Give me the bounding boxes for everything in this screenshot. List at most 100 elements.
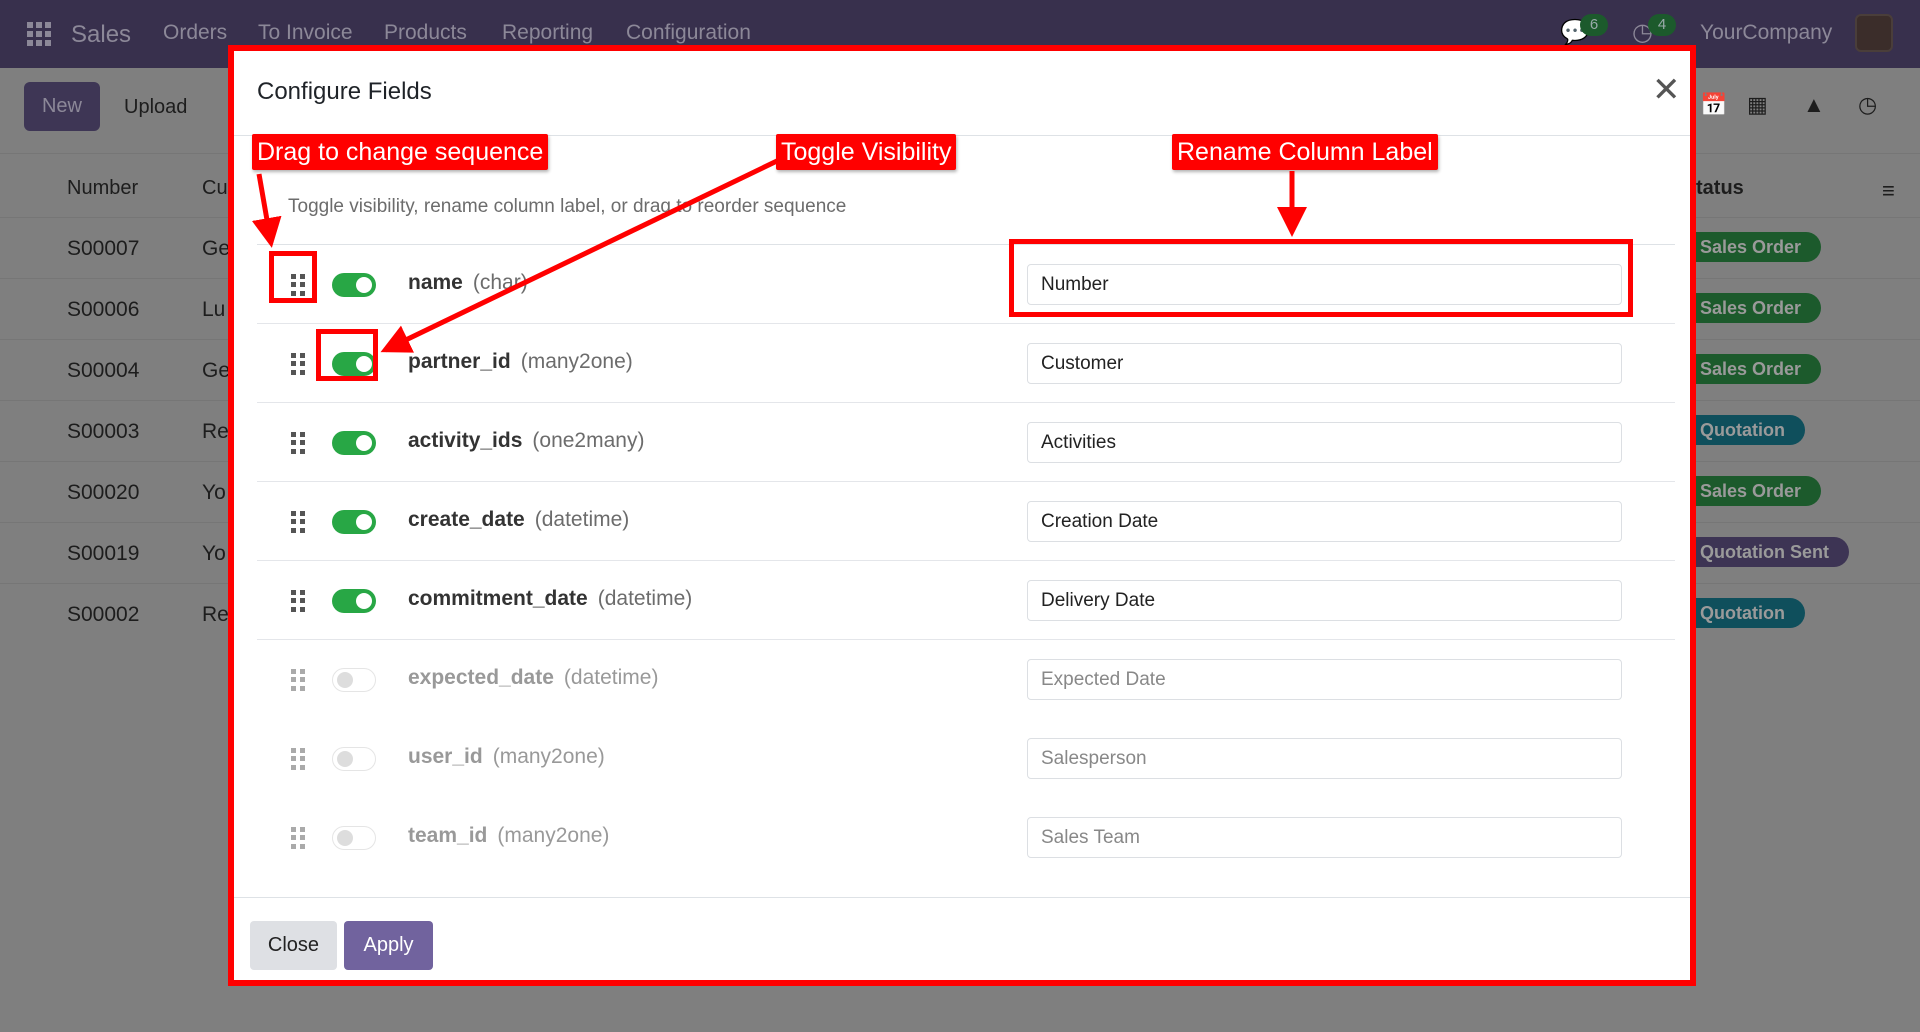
customer-name: Ge	[202, 237, 231, 260]
drag-handle-icon[interactable]	[291, 590, 305, 612]
visibility-toggle[interactable]	[332, 747, 376, 771]
status-badge: Sales Order	[1680, 354, 1822, 384]
field-name: create_date (datetime)	[408, 508, 629, 532]
customer-name: Ge	[202, 359, 231, 382]
drag-handle-icon[interactable]	[291, 511, 305, 533]
optional-columns-icon[interactable]: ≡	[1882, 178, 1895, 204]
visibility-toggle[interactable]	[332, 431, 376, 455]
field-technical-name: team_id	[408, 824, 488, 847]
menu-configuration[interactable]: Configuration	[626, 21, 751, 45]
status-badge: Quotation	[1680, 415, 1805, 445]
dialog-title: Configure Fields	[257, 78, 432, 105]
column-header-status[interactable]: tatus	[1696, 177, 1744, 200]
customer-name: Yo	[202, 542, 226, 565]
field-name: name (char)	[408, 271, 528, 295]
column-label-input[interactable]: Customer	[1027, 343, 1622, 384]
menu-to-invoice[interactable]: To Invoice	[258, 21, 353, 45]
column-header-number[interactable]: Number	[67, 177, 138, 200]
status-badge: Sales Order	[1680, 232, 1822, 262]
annotation-rename: Rename Column Label	[1172, 134, 1438, 170]
close-button[interactable]: Close	[250, 921, 337, 970]
drag-handle-icon[interactable]	[291, 827, 305, 849]
column-header-customer[interactable]: Cu	[202, 177, 228, 200]
toggle-highlight	[316, 329, 378, 381]
company-name[interactable]: YourCompany	[1700, 21, 1832, 45]
field-type: (one2many)	[532, 429, 645, 452]
column-label-input[interactable]: Salesperson	[1027, 738, 1622, 779]
field-type: (datetime)	[597, 587, 693, 610]
visibility-toggle[interactable]	[332, 510, 376, 534]
order-number: S00020	[67, 481, 140, 504]
field-technical-name: create_date	[408, 508, 525, 531]
app-name[interactable]: Sales	[71, 21, 131, 49]
column-label-input[interactable]: Sales Team	[1027, 817, 1622, 858]
drag-handle-highlight	[269, 251, 317, 303]
apps-menu-icon[interactable]	[27, 22, 51, 46]
menu-reporting[interactable]: Reporting	[502, 21, 593, 45]
field-name: commitment_date (datetime)	[408, 587, 692, 611]
calendar-view-icon[interactable]: 📅	[1700, 92, 1730, 118]
order-number: S00006	[67, 298, 140, 321]
field-technical-name: user_id	[408, 745, 483, 768]
field-type: (many2one)	[492, 745, 605, 768]
apply-button[interactable]: Apply	[344, 921, 433, 970]
field-type: (datetime)	[563, 666, 659, 689]
visibility-toggle[interactable]	[332, 668, 376, 692]
rename-input-highlight	[1009, 239, 1633, 317]
new-button[interactable]: New	[24, 82, 100, 131]
field-name: user_id (many2one)	[408, 745, 605, 769]
field-row: team_id (many2one) Sales Team	[257, 798, 1675, 877]
field-technical-name: name	[408, 271, 463, 294]
customer-name: Yo	[202, 481, 226, 504]
upload-button[interactable]: Upload	[124, 96, 187, 119]
order-number: S00019	[67, 542, 140, 565]
customer-name: Lu	[202, 298, 226, 321]
field-name: expected_date (datetime)	[408, 666, 658, 690]
visibility-toggle[interactable]	[332, 273, 376, 297]
column-label-input[interactable]: Creation Date	[1027, 501, 1622, 542]
field-row: expected_date (datetime) Expected Date	[257, 640, 1675, 719]
column-label-input[interactable]: Expected Date	[1027, 659, 1622, 700]
dialog-subtitle: Toggle visibility, rename column label, …	[288, 196, 847, 217]
menu-products[interactable]: Products	[384, 21, 467, 45]
field-type: (datetime)	[534, 508, 630, 531]
activity-view-icon[interactable]: ◷	[1858, 92, 1888, 118]
user-avatar[interactable]	[1855, 14, 1893, 52]
drag-handle-icon[interactable]	[291, 669, 305, 691]
order-number: S00003	[67, 420, 140, 443]
status-badge: Sales Order	[1680, 293, 1822, 323]
configure-fields-dialog: Configure Fields ✕ Toggle visibility, re…	[228, 45, 1696, 986]
status-badge: Quotation	[1680, 598, 1805, 628]
visibility-toggle[interactable]	[332, 589, 376, 613]
annotation-toggle: Toggle Visibility	[776, 134, 957, 170]
field-name: partner_id (many2one)	[408, 350, 633, 374]
field-row: commitment_date (datetime) Delivery Date	[257, 561, 1675, 640]
close-icon[interactable]: ✕	[1652, 73, 1681, 107]
customer-name: Re	[202, 420, 229, 443]
column-label-input[interactable]: Delivery Date	[1027, 580, 1622, 621]
order-number: S00002	[67, 603, 140, 626]
drag-handle-icon[interactable]	[291, 432, 305, 454]
visibility-toggle[interactable]	[332, 826, 376, 850]
activities-badge: 4	[1648, 14, 1676, 36]
field-technical-name: expected_date	[408, 666, 554, 689]
field-row: partner_id (many2one) Customer	[257, 324, 1675, 403]
column-label-input[interactable]: Activities	[1027, 422, 1622, 463]
annotation-drag: Drag to change sequence	[252, 134, 549, 170]
field-type: (char)	[472, 271, 528, 294]
field-type: (many2one)	[520, 350, 633, 373]
field-name: activity_ids (one2many)	[408, 429, 644, 453]
field-type: (many2one)	[497, 824, 610, 847]
menu-orders[interactable]: Orders	[163, 21, 227, 45]
drag-handle-icon[interactable]	[291, 353, 305, 375]
order-number: S00004	[67, 359, 140, 382]
customer-name: Re	[202, 603, 229, 626]
pivot-view-icon[interactable]: ▦	[1747, 92, 1777, 118]
field-row: create_date (datetime) Creation Date	[257, 482, 1675, 561]
footer-divider	[234, 897, 1690, 898]
messages-badge: 6	[1580, 14, 1608, 36]
drag-handle-icon[interactable]	[291, 748, 305, 770]
graph-view-icon[interactable]: ▲	[1803, 92, 1833, 118]
field-technical-name: commitment_date	[408, 587, 588, 610]
field-name: team_id (many2one)	[408, 824, 609, 848]
